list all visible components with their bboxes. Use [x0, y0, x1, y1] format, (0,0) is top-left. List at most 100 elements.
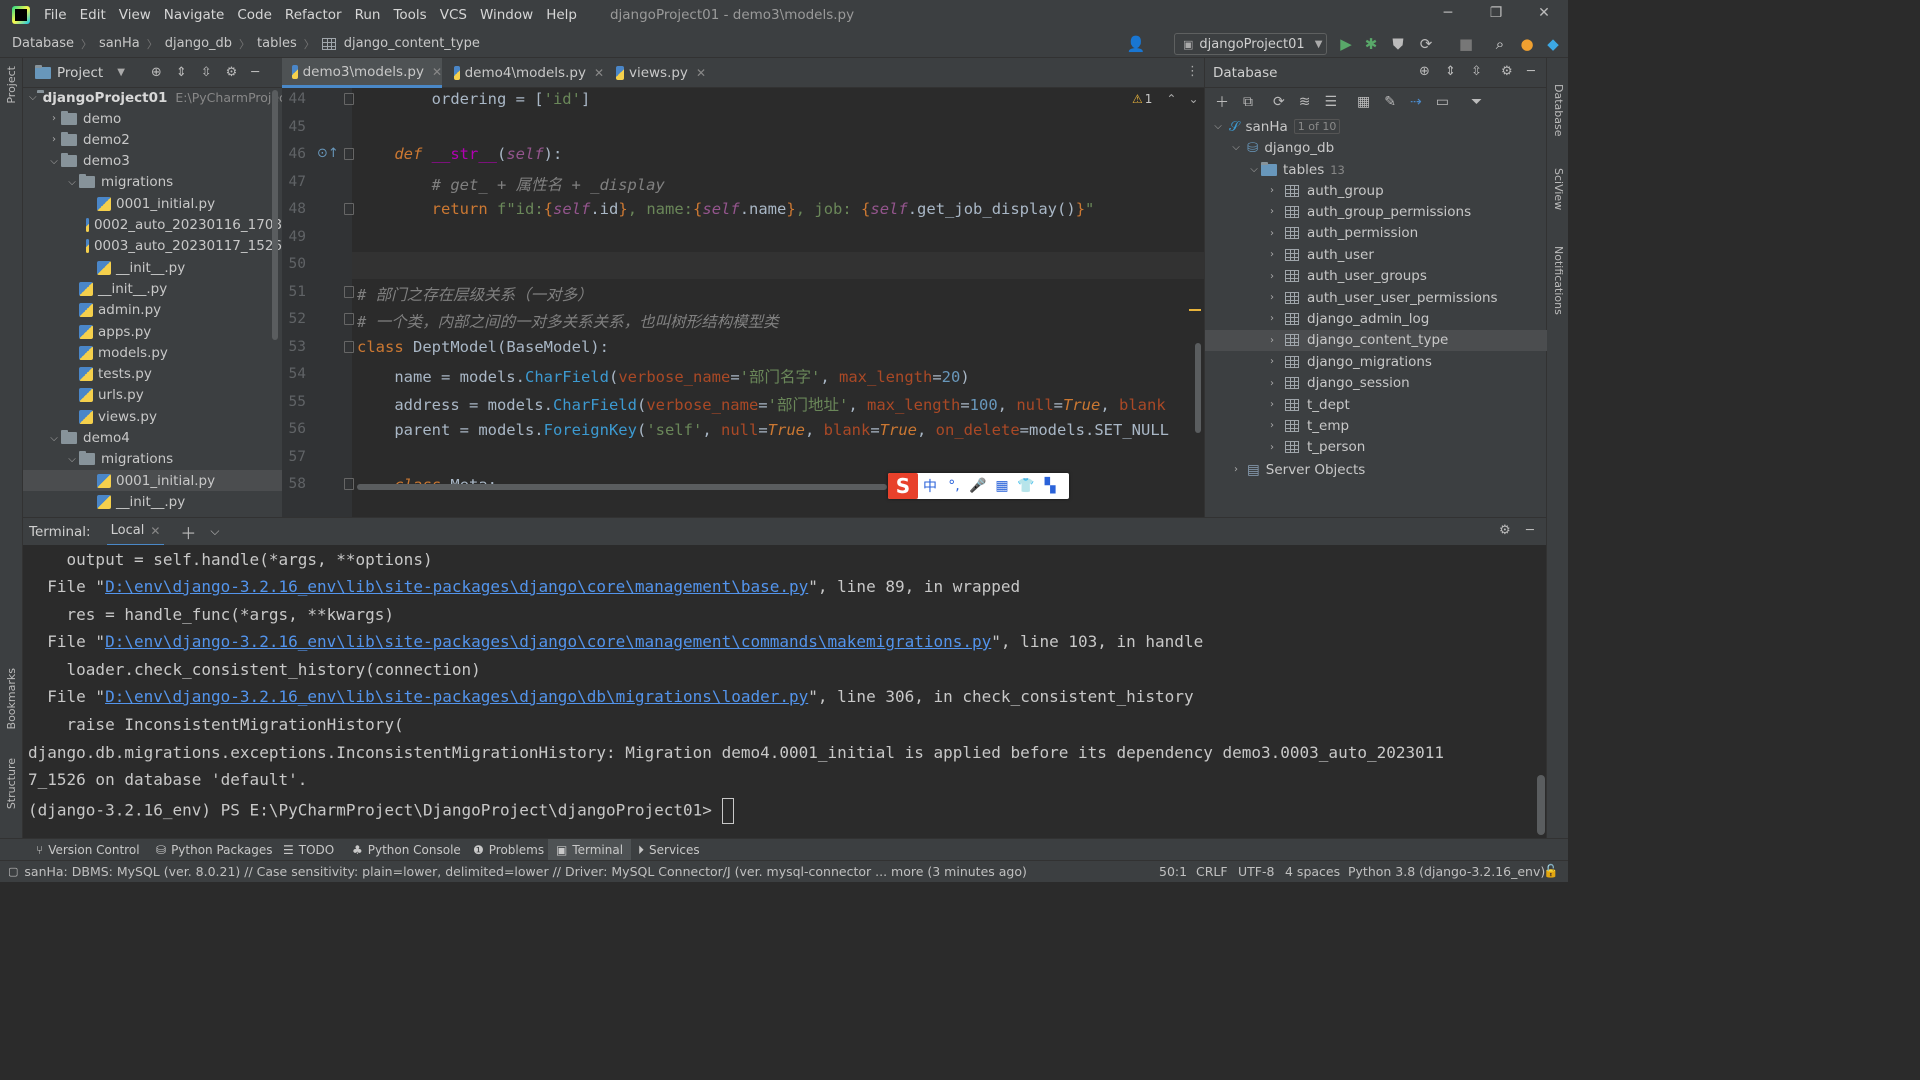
tab-problems[interactable]: ❶ Problems	[465, 839, 552, 861]
debug-icon[interactable]: ✱	[1361, 34, 1381, 54]
collapse-all-icon[interactable]: ⇳	[1471, 64, 1482, 79]
inspection-widget[interactable]: ⚠ 1 ⌃ ⌄	[1132, 92, 1199, 106]
jump-to-source-icon[interactable]: ⇢	[1410, 94, 1422, 110]
query-console-icon[interactable]: ▭	[1436, 94, 1449, 110]
tree-file-item[interactable]: 0003_auto_20230117_1526	[23, 236, 282, 257]
stripe-sciview[interactable]: SciView	[1552, 168, 1565, 210]
db-tools-icon[interactable]: ☰	[1324, 94, 1337, 110]
override-gutter-icon[interactable]: ⊙↑	[317, 146, 339, 161]
collapse-all-icon[interactable]: ⇳	[201, 65, 212, 80]
close-window-icon[interactable]: ✕	[1534, 5, 1554, 21]
tab-python-packages[interactable]: ⛁ Python Packages	[148, 839, 280, 861]
db-table-item[interactable]: › auth_user_groups	[1205, 266, 1547, 287]
tree-file-item[interactable]: 0001_initial.py	[23, 470, 282, 492]
new-terminal-icon[interactable]: ＋	[180, 520, 196, 544]
close-tab-icon[interactable]: ✕	[594, 66, 604, 80]
tree-file-item[interactable]: urls.py	[23, 385, 282, 406]
close-tab-icon[interactable]: ✕	[432, 65, 442, 79]
run-icon[interactable]: ▶	[1336, 34, 1356, 54]
fold-icon[interactable]	[344, 203, 354, 215]
status-toggle-icon[interactable]: ▢	[8, 865, 18, 878]
db-table-item[interactable]: › t_person	[1205, 437, 1547, 458]
breadcrumb-database[interactable]: Database	[12, 36, 74, 51]
menu-run[interactable]: Run	[355, 7, 381, 23]
fold-icon[interactable]	[344, 341, 354, 353]
refresh-icon[interactable]: ⟳	[1273, 94, 1285, 110]
fold-icon[interactable]	[344, 313, 354, 325]
db-tables-row[interactable]: ⌵ tables 13	[1205, 159, 1547, 180]
menu-navigate[interactable]: Navigate	[164, 7, 225, 23]
stripe-structure[interactable]: Structure	[5, 758, 18, 809]
chevron-down-icon[interactable]: ▼	[117, 67, 125, 78]
gear-icon[interactable]: ⚙	[1501, 64, 1513, 79]
gear-icon[interactable]: ⚙	[226, 65, 238, 80]
skin-icon[interactable]: 👕	[1014, 478, 1038, 494]
terminal-scrollbar[interactable]	[1537, 775, 1545, 835]
search-icon[interactable]: ⌕	[1490, 34, 1510, 54]
minimize-icon[interactable]: ─	[1438, 5, 1458, 21]
hide-panel-icon[interactable]: ─	[1526, 523, 1534, 538]
tree-file-item[interactable]: models.py	[23, 342, 282, 363]
update-icon[interactable]: ●	[1517, 34, 1537, 54]
stripe-database[interactable]: Database	[1552, 84, 1565, 137]
keyboard-icon[interactable]: ▦	[990, 478, 1014, 494]
tree-folder-item[interactable]: › demo	[23, 108, 282, 129]
db-table-item[interactable]: › auth_group	[1205, 180, 1547, 201]
more-tabs-icon[interactable]: ⋮	[1186, 64, 1199, 79]
tree-file-item[interactable]: views.py	[23, 406, 282, 427]
fold-icon[interactable]	[344, 286, 354, 298]
tab-views[interactable]: views.py ✕	[606, 58, 706, 88]
stripe-notifications[interactable]: Notifications	[1552, 246, 1565, 315]
copy-icon[interactable]: ⧉	[1243, 94, 1253, 110]
traceback-file-link[interactable]: D:\env\django-3.2.16_env\lib\site-packag…	[105, 632, 991, 651]
terminal-tab-local[interactable]: Local ✕	[106, 518, 165, 546]
db-source-row[interactable]: ⌵ 𝒮 sanHa 1 of 10	[1205, 116, 1547, 137]
toolbox-icon[interactable]: ▚	[1038, 478, 1062, 494]
hide-panel-icon[interactable]: ─	[251, 65, 259, 80]
close-tab-icon[interactable]: ✕	[696, 66, 706, 80]
menu-edit[interactable]: Edit	[80, 7, 106, 23]
traceback-file-link[interactable]: D:\env\django-3.2.16_env\lib\site-packag…	[105, 687, 808, 706]
db-table-item[interactable]: › auth_group_permissions	[1205, 201, 1547, 222]
stripe-project[interactable]: Project	[5, 66, 18, 104]
table-view-icon[interactable]: ▦	[1357, 94, 1370, 110]
db-table-item[interactable]: › django_migrations	[1205, 351, 1547, 372]
schema-icon[interactable]: ≋	[1299, 94, 1311, 110]
add-icon[interactable]: ＋	[1215, 92, 1229, 112]
menu-refactor[interactable]: Refactor	[285, 7, 342, 23]
file-encoding[interactable]: UTF-8	[1238, 864, 1274, 879]
stripe-bookmarks[interactable]: Bookmarks	[5, 668, 18, 729]
tree-file-item[interactable]: __init__.py	[23, 278, 282, 299]
tree-root[interactable]: ⌵ djangoProject01 E:\PyCharmProject	[23, 87, 282, 108]
microphone-icon[interactable]: 🎤	[966, 478, 990, 494]
code-editor[interactable]: 44 45 46 47 48 49 50 51 52 53 54 55 56 57 58 ⊙↑ orderi…	[282, 88, 1204, 517]
tree-folder-item[interactable]: ⌵ migrations	[23, 449, 282, 470]
edit-icon[interactable]: ✎	[1384, 94, 1396, 110]
editor-scrollbar-h[interactable]	[357, 484, 887, 490]
db-table-item[interactable]: › django_content_type	[1205, 329, 1547, 351]
menu-window[interactable]: Window	[480, 7, 533, 23]
line-separator[interactable]: CRLF	[1196, 864, 1228, 879]
tab-todo[interactable]: ☰ TODO	[275, 839, 342, 861]
tree-file-item[interactable]: admin.py	[23, 300, 282, 321]
locate-icon[interactable]: ⊕	[151, 65, 162, 80]
tree-file-item[interactable]: __init__.py	[23, 257, 282, 278]
hide-panel-icon[interactable]: ─	[1527, 64, 1535, 79]
db-table-item[interactable]: › django_admin_log	[1205, 308, 1547, 329]
traceback-file-link[interactable]: D:\env\django-3.2.16_env\lib\site-packag…	[105, 577, 808, 596]
tree-file-item[interactable]: apps.py	[23, 321, 282, 342]
run-config-select[interactable]: ▣ djangoProject01 ▼	[1174, 33, 1327, 55]
tree-folder-item[interactable]: › demo2	[23, 129, 282, 150]
punctuation-icon[interactable]: °,	[942, 478, 966, 494]
tree-file-item[interactable]: __init__.py	[23, 491, 282, 512]
tab-terminal[interactable]: ▣ Terminal	[548, 839, 632, 861]
tab-demo3-models[interactable]: demo3\models.py ✕	[282, 58, 442, 88]
chinese-mode-icon[interactable]: 中	[918, 476, 942, 496]
close-tab-icon[interactable]: ✕	[150, 524, 160, 538]
project-panel-title[interactable]: Project	[57, 65, 103, 81]
editor-scrollbar-v[interactable]	[1195, 343, 1201, 433]
expand-all-icon[interactable]: ⇕	[176, 65, 187, 80]
db-table-item[interactable]: › t_dept	[1205, 394, 1547, 415]
terminal-prompt[interactable]: (django-3.2.16_env) PS E:\PyCharmProject…	[28, 798, 734, 824]
locate-icon[interactable]: ⊕	[1419, 64, 1430, 79]
